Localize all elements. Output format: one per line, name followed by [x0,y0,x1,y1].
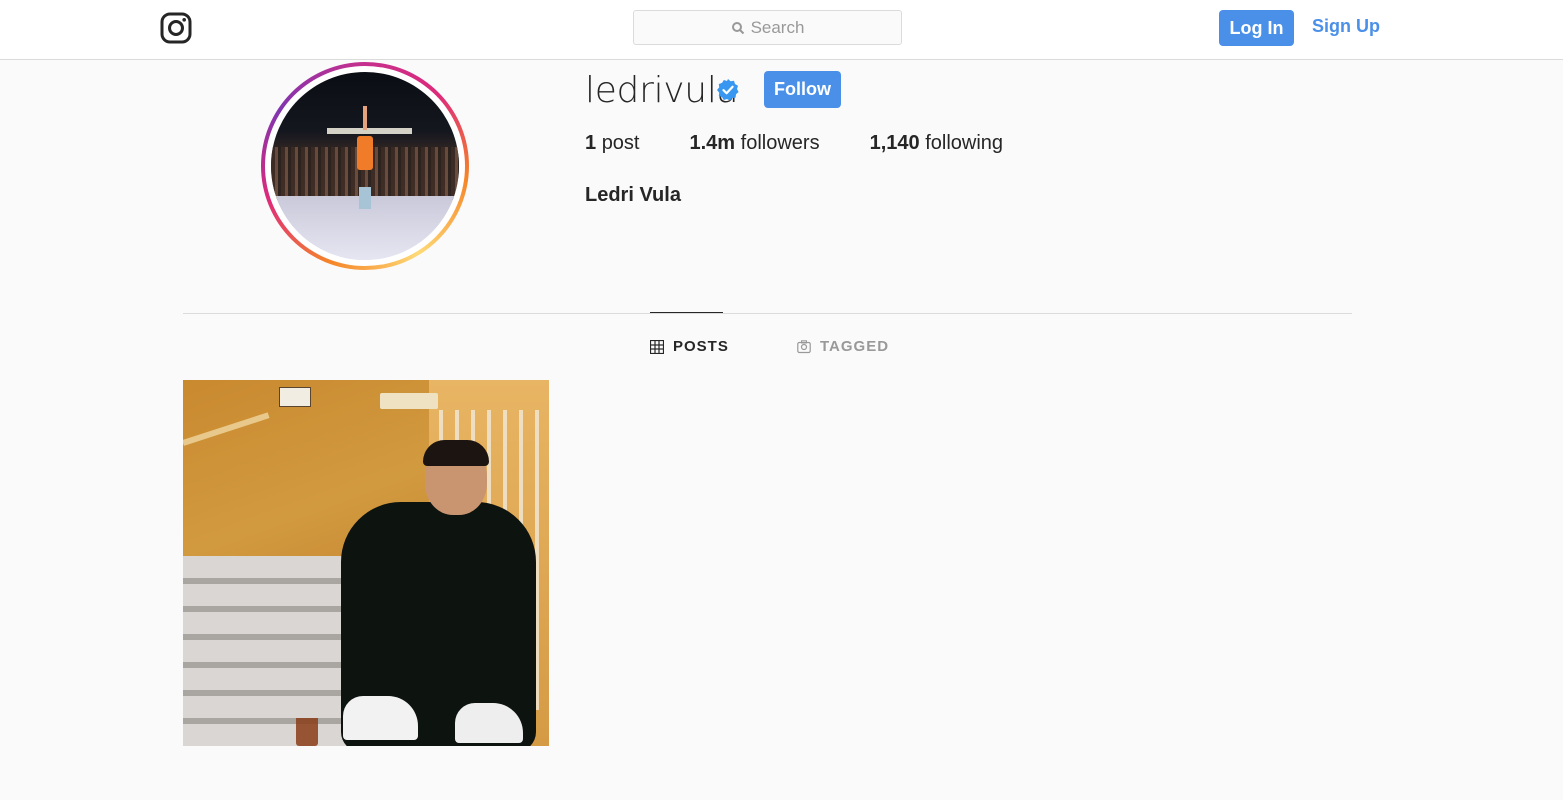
posts-stat: 1 post [585,132,640,155]
post-wall-sign [279,387,311,407]
posts-count: 1 [585,132,597,154]
avatar-image [271,72,459,260]
tab-posts[interactable]: POSTS [650,338,729,355]
top-nav: Search Log In Sign Up [0,0,1563,60]
post-left-shoe [343,696,418,740]
post-thumbnail[interactable] [183,380,549,746]
active-tab-indicator [650,312,723,313]
avatar-raised-arm [363,105,368,130]
following-label: following [925,132,1004,154]
verified-badge-icon [717,79,739,101]
signup-link[interactable]: Sign Up [1312,16,1380,37]
search-placeholder: Search [750,17,805,37]
avatar-stage-lights [327,128,412,135]
follow-button[interactable]: Follow [764,71,841,108]
avatar-performer [357,135,374,170]
search-icon [731,21,744,34]
grid-icon [650,339,664,354]
tagged-icon [797,339,811,353]
posts-label: post [601,132,640,154]
search-input[interactable]: Search [633,10,902,45]
post-drink-cup [296,718,318,746]
tabs-divider [183,313,1352,314]
tab-tagged-label: TAGGED [820,338,890,355]
profile-stats: 1 post 1.4m followers 1,140 following [585,132,1053,155]
login-button[interactable]: Log In [1219,10,1294,46]
followers-stat[interactable]: 1.4m followers [690,132,820,155]
following-count: 1,140 [869,132,920,154]
avatar-frame [265,66,465,266]
profile-avatar[interactable] [261,62,469,270]
post-ceiling-lamp [380,393,438,409]
tab-tagged[interactable]: TAGGED [797,338,889,355]
post-handrail [183,412,270,446]
avatar-performer-legs [359,186,372,209]
instagram-logo-icon[interactable] [160,12,192,44]
tab-posts-label: POSTS [673,338,729,355]
followers-label: followers [740,132,820,154]
post-person-hair [423,440,489,466]
followers-count: 1.4m [689,132,736,154]
profile-full-name: Ledri Vula [585,184,681,206]
following-stat[interactable]: 1,140 following [870,132,1003,155]
